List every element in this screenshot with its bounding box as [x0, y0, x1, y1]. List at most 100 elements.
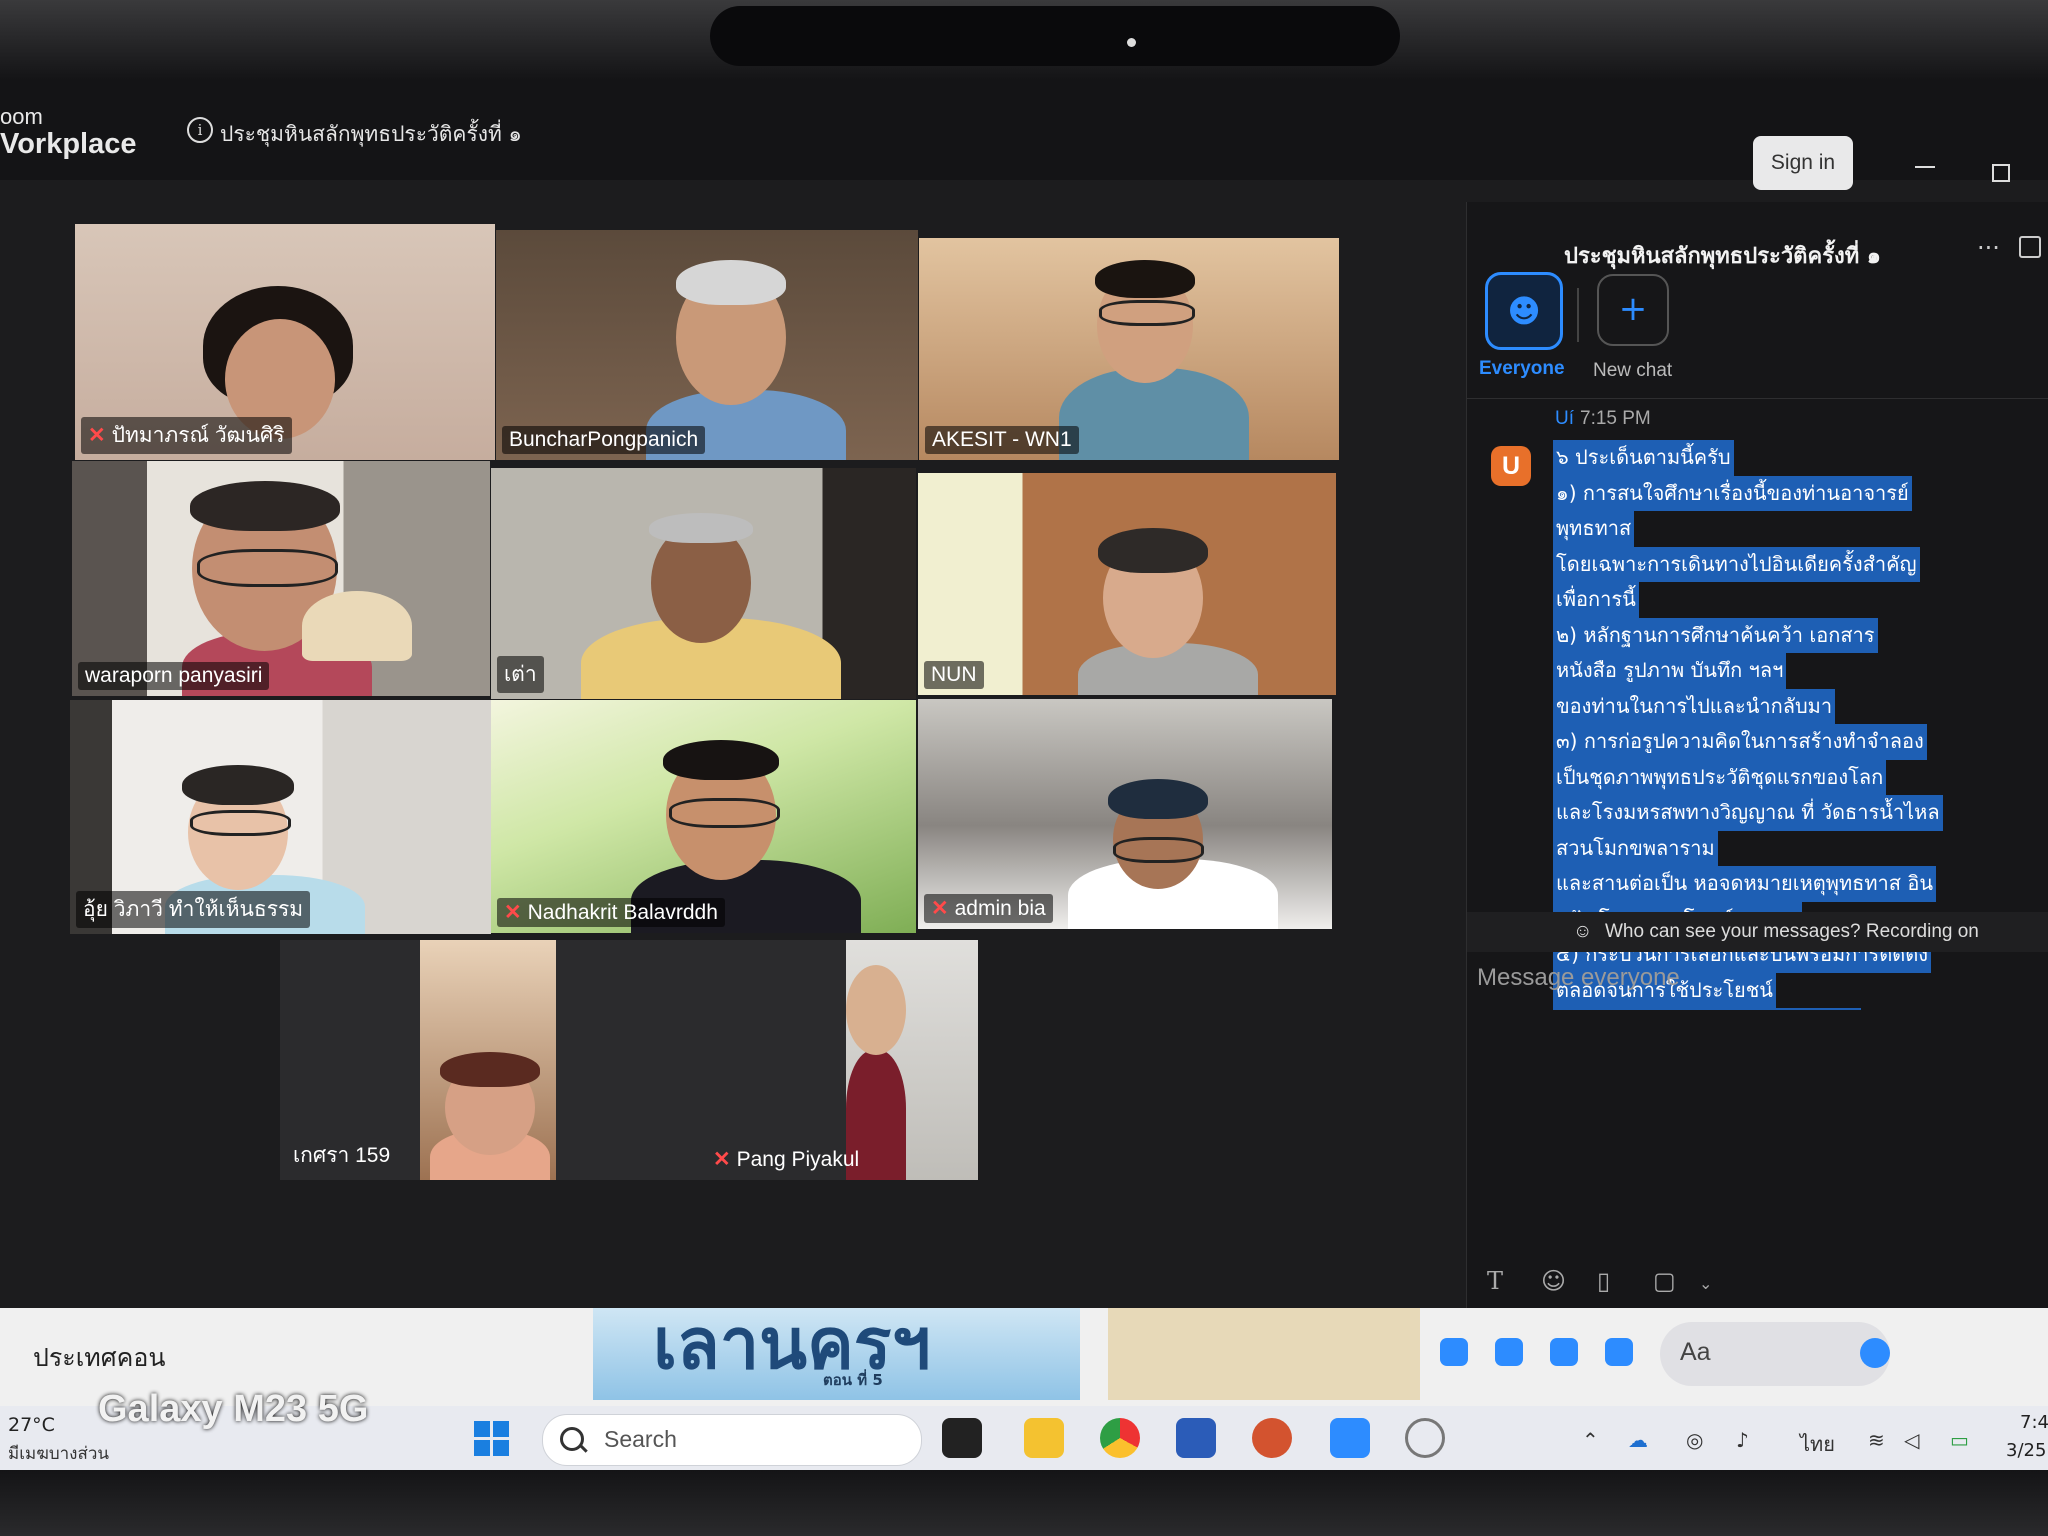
- more-options-icon[interactable]: ···: [1977, 234, 2000, 262]
- battery-icon[interactable]: ▭: [1950, 1428, 1969, 1452]
- title-bar: oom Vorkplace i ประชุมหินสลักพุทธประวัติ…: [0, 80, 2048, 180]
- chat-title: ประชุมหินสลักพุทธประวัติครั้งที่ ๑: [1564, 244, 1881, 269]
- wifi-icon[interactable]: ≋: [1868, 1428, 1885, 1452]
- privacy-notice[interactable]: ☺ Who can see your messages? Recording o…: [1467, 912, 2048, 952]
- divider: [1467, 398, 2048, 399]
- clock-date[interactable]: 3/25: [2006, 1440, 2046, 1461]
- participant-name: AKESIT - WN1: [925, 426, 1079, 454]
- clock-time[interactable]: 7:4: [2020, 1412, 2048, 1433]
- emoji-icon[interactable]: [1860, 1338, 1890, 1368]
- file-explorer-icon[interactable]: [1024, 1418, 1064, 1458]
- mic-icon[interactable]: [1440, 1338, 1468, 1366]
- zoom-app-icon[interactable]: [1330, 1418, 1370, 1458]
- participant-name: เต่า: [497, 656, 544, 693]
- video-tile[interactable]: ✕ admin bia: [918, 699, 1332, 929]
- avatar[interactable]: U: [1491, 446, 1531, 486]
- search-icon: [560, 1427, 584, 1451]
- participant-name: ✕ admin bia: [924, 894, 1053, 923]
- sticker-icon[interactable]: [1550, 1338, 1578, 1366]
- video-tile[interactable]: AKESIT - WN1: [919, 238, 1339, 460]
- mic-muted-icon: ✕: [88, 424, 106, 447]
- word-icon[interactable]: [1176, 1418, 1216, 1458]
- brand-line-2: Vorkplace: [0, 128, 137, 161]
- meeting-title: ประชุมหินสลักพุทธประวัติครั้งที่ ๑: [220, 122, 522, 146]
- video-tile[interactable]: เกศรา 159: [280, 940, 556, 1180]
- message-line: ของท่านในการไปและนำกลับมา: [1553, 688, 1836, 724]
- app-icon[interactable]: [1405, 1418, 1445, 1458]
- onedrive-icon[interactable]: ☁: [1628, 1428, 1648, 1452]
- video-tile[interactable]: ✕ Nadhakrit Balavrddh: [491, 700, 916, 933]
- message-line: โดยเฉพาะการเดินทางไปอินเดียครั้งสำคัญ: [1553, 546, 1920, 582]
- video-tile[interactable]: NUN: [918, 473, 1336, 695]
- mic-icon[interactable]: ♪: [1736, 1428, 1749, 1452]
- search-label: Search: [604, 1426, 677, 1452]
- laptop-screen: oom Vorkplace i ประชุมหินสลักพุทธประวัติ…: [0, 80, 2048, 1470]
- video-tile[interactable]: อุ้ย วิภาวี ทำให้เห็นธรรม: [70, 700, 491, 934]
- everyone-label[interactable]: Everyone: [1479, 358, 1565, 380]
- participant-name: BuncharPongpanich: [502, 426, 706, 454]
- emoji-icon[interactable]: ☺: [1541, 1267, 1566, 1295]
- minimize-icon[interactable]: [1915, 166, 1935, 168]
- person-lock-icon: ☺: [1573, 921, 1593, 942]
- message-input[interactable]: Message everyone: [1477, 964, 1680, 992]
- chevron-down-icon[interactable]: ⌄: [1699, 1274, 1712, 1293]
- message-line: หนังสือ รูปภาพ บันทึก ฯลฯ: [1553, 653, 1787, 689]
- participant-name: อุ้ย วิภาวี ทำให้เห็นธรรม: [76, 891, 311, 928]
- brand-line-1: oom: [0, 104, 43, 129]
- video-tile[interactable]: ✕ Pang Piyakul: [556, 940, 978, 1180]
- pop-out-icon[interactable]: [2019, 236, 2041, 258]
- volume-icon[interactable]: ◁: [1904, 1428, 1919, 1452]
- message-line: และโรงมหรสพทางวิญญาณ ที่ วัดธารน้ำไหล: [1553, 795, 1943, 831]
- chrome-icon[interactable]: [1100, 1418, 1140, 1458]
- banner-small-text: ตอน ที่ 5: [823, 1371, 883, 1389]
- divider: [1577, 288, 1579, 342]
- message-line: สวนโมกขพลาราม: [1553, 830, 1718, 866]
- image-icon[interactable]: [1495, 1338, 1523, 1366]
- laptop-bezel-bottom: [0, 1470, 2048, 1536]
- task-view-icon[interactable]: [942, 1418, 982, 1458]
- message-line: เพื่อการนี้: [1553, 582, 1639, 618]
- gif-icon[interactable]: [1605, 1338, 1633, 1366]
- temperature[interactable]: 27°C: [8, 1414, 55, 1436]
- sign-in-button[interactable]: Sign in: [1753, 136, 1853, 190]
- message-time: 7:15 PM: [1580, 408, 1651, 429]
- chevron-up-icon[interactable]: ⌃: [1582, 1428, 1599, 1452]
- video-tile[interactable]: waraporn panyasiri: [72, 461, 490, 696]
- participant-name: NUN: [924, 661, 984, 689]
- video-tile-active-speaker[interactable]: เต่า: [491, 468, 916, 699]
- group-paw-icon: ☻: [1507, 292, 1541, 330]
- message-line: พุทธทาส: [1553, 511, 1635, 547]
- webcam-lens: [1127, 38, 1136, 47]
- everyone-chat-button[interactable]: ☻: [1485, 272, 1563, 350]
- banner-big-text: เลานครฯ: [653, 1308, 931, 1385]
- message-line: ๓) การก่อรูปความคิดในการสร้างทำจำลอง: [1553, 724, 1927, 760]
- new-chat-label[interactable]: New chat: [1593, 360, 1672, 382]
- message-line: ๒) หลักฐานการศึกษาค้นคว้า เอกสาร: [1553, 617, 1878, 653]
- message-line: เป็นชุดภาพพุทธประวัติชุดแรกของโลก: [1553, 759, 1887, 795]
- video-tile[interactable]: BuncharPongpanich: [496, 230, 918, 460]
- copilot-icon[interactable]: ◎: [1686, 1428, 1703, 1452]
- taskbar-search[interactable]: [542, 1414, 922, 1466]
- info-icon[interactable]: i: [187, 117, 213, 143]
- banner-image[interactable]: เลานครฯ ตอน ที่ 5: [593, 1308, 1080, 1400]
- message-line: และสานต่อเป็น หอจดหมายเหตุพุทธทาส อิน: [1553, 866, 1937, 902]
- text-format-icon[interactable]: T: [1487, 1267, 1503, 1295]
- windows-start-icon[interactable]: [474, 1421, 510, 1457]
- weather-status[interactable]: มีเมฆบางส่วน: [8, 1440, 109, 1467]
- message-line: ๖ ประเด็นตามนี้ครับ: [1553, 440, 1734, 476]
- message-line: ๕) ตัวอย่าง ตัวอย่าง เสนอแนะ ผลง: [1553, 1008, 1862, 1010]
- video-tile[interactable]: ✕ ปัทมาภรณ์ วัฒนศิริ: [75, 224, 495, 460]
- powerpoint-icon[interactable]: [1252, 1418, 1292, 1458]
- language-indicator[interactable]: ไทย: [1800, 1428, 1835, 1460]
- privacy-note-text: Who can see your messages? Recording on: [1605, 921, 1979, 942]
- participant-name: ✕ ปัทมาภรณ์ วัฒนศิริ: [81, 417, 292, 454]
- participant-name: เกศรา 159: [293, 1144, 391, 1167]
- plus-icon: +: [1618, 289, 1648, 329]
- maximize-icon[interactable]: [1992, 164, 2010, 182]
- chat-panel: ประชุมหินสลักพุทธประวัติครั้งที่ ๑ ··· ☻…: [1466, 202, 2048, 1402]
- new-chat-button[interactable]: +: [1597, 274, 1669, 346]
- file-icon[interactable]: ▯: [1597, 1267, 1610, 1295]
- poster-image[interactable]: [1108, 1308, 1420, 1400]
- screenshot-icon[interactable]: ▢: [1653, 1267, 1676, 1295]
- camera-watermark: Galaxy M23 5G: [98, 1388, 369, 1430]
